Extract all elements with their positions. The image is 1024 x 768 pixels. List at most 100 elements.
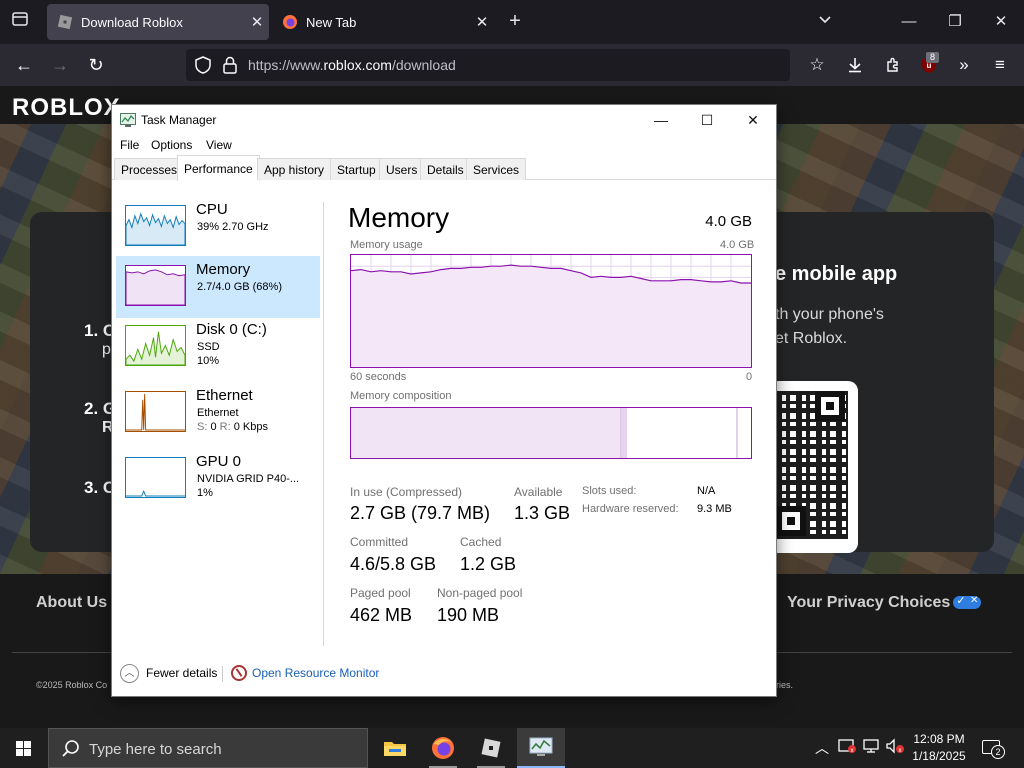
new-tab-plus-icon[interactable]: + bbox=[503, 9, 527, 33]
task-manager-taskbar-icon[interactable] bbox=[517, 728, 565, 768]
tab-processes[interactable]: Processes bbox=[114, 158, 185, 180]
task-manager-app-icon bbox=[120, 113, 136, 127]
chevron-up-icon[interactable]: ︿ bbox=[120, 664, 139, 683]
fewer-details-button[interactable]: Fewer details bbox=[146, 666, 217, 680]
file-explorer-taskbar-icon[interactable] bbox=[371, 728, 419, 768]
non-paged-pool-label: Non-paged pool bbox=[437, 586, 523, 600]
menu-options[interactable]: Options bbox=[151, 138, 192, 152]
tab-services[interactable]: Services bbox=[466, 158, 527, 180]
ethernet-mini-graph bbox=[125, 391, 186, 432]
gpu-mini-graph bbox=[125, 457, 186, 498]
sidebar-detail: S: 0 R: 0 Kbps bbox=[197, 421, 268, 433]
network-warning-icon[interactable]: x bbox=[836, 738, 858, 757]
privacy-choices-link[interactable]: Your Privacy Choices bbox=[787, 594, 982, 612]
tab-startup[interactable]: Startup bbox=[330, 158, 383, 180]
task-manager-footer: ︿ Fewer details Open Resource Monitor bbox=[112, 656, 776, 696]
taskbar-clock[interactable]: 12:08 PM 1/18/2025 bbox=[906, 731, 972, 765]
notification-center-icon[interactable]: 2 bbox=[982, 738, 1005, 759]
composition-modified bbox=[621, 408, 627, 458]
available-label: Available bbox=[514, 485, 563, 499]
footer-separator bbox=[222, 666, 223, 682]
committed-value: 4.6/5.8 GB bbox=[350, 554, 437, 574]
monitor-icon[interactable] bbox=[861, 738, 883, 757]
close-tab-icon[interactable]: ✕ bbox=[470, 13, 494, 31]
padlock-icon[interactable] bbox=[222, 55, 238, 75]
sidebar-detail: Ethernet bbox=[197, 407, 239, 419]
sidebar-detail: 1% bbox=[197, 487, 213, 499]
roblox-logo[interactable]: ROBLOX bbox=[12, 94, 121, 122]
svg-text:x: x bbox=[899, 748, 902, 754]
windows-start-icon[interactable] bbox=[0, 728, 48, 768]
tab-users[interactable]: Users bbox=[379, 158, 425, 180]
tab-details[interactable]: Details bbox=[420, 158, 471, 180]
svg-text:x: x bbox=[851, 748, 854, 754]
downloads-icon[interactable] bbox=[841, 51, 869, 79]
back-arrow-icon[interactable]: ← bbox=[10, 51, 38, 79]
forward-arrow-icon[interactable]: → bbox=[46, 51, 74, 79]
extension-badge: 8 bbox=[926, 52, 939, 63]
reload-icon[interactable]: ↻ bbox=[82, 51, 110, 79]
bookmark-star-icon[interactable]: ☆ bbox=[803, 51, 831, 79]
memory-composition-label: Memory composition bbox=[350, 390, 452, 402]
tab-app-history[interactable]: App history bbox=[257, 158, 332, 180]
menu-view[interactable]: View bbox=[206, 138, 232, 152]
tab-title: New Tab bbox=[306, 14, 357, 30]
volume-muted-icon[interactable]: x bbox=[884, 738, 906, 757]
tracking-protection-shield-icon[interactable] bbox=[194, 55, 212, 75]
sidebar-item-memory[interactable]: Memory 2.7/4.0 GB (68%) bbox=[116, 256, 320, 318]
sidebar-item-disk[interactable]: Disk 0 (C:) SSD 10% bbox=[116, 316, 320, 378]
slots-used-label: Slots used: bbox=[582, 485, 637, 497]
available-value: 1.3 GB bbox=[514, 503, 571, 523]
pane-divider[interactable] bbox=[323, 202, 324, 646]
restore-icon[interactable]: ❐ bbox=[941, 8, 969, 36]
maximize-icon[interactable]: ☐ bbox=[684, 105, 730, 135]
firefox-taskbar-icon[interactable] bbox=[419, 728, 467, 768]
clock-date: 1/18/2025 bbox=[912, 749, 966, 763]
memory-usage-label: Memory usage bbox=[350, 239, 423, 251]
address-bar[interactable]: https://www.roblox.com/download bbox=[186, 49, 790, 81]
copyright-text: ©2025 Roblox Co bbox=[36, 680, 108, 690]
menu-file[interactable]: File bbox=[120, 138, 139, 152]
sidebar-name: Memory bbox=[196, 261, 251, 278]
close-window-icon[interactable]: ✕ bbox=[987, 8, 1015, 36]
search-icon bbox=[61, 739, 81, 759]
task-manager-titlebar[interactable]: Task Manager — ☐ ✕ bbox=[112, 105, 776, 135]
cached-label: Cached bbox=[460, 535, 502, 549]
close-tab-icon[interactable]: ✕ bbox=[245, 13, 269, 31]
resource-monitor-icon[interactable] bbox=[231, 665, 247, 681]
sidebar-detail: 39% 2.70 GHz bbox=[197, 221, 269, 233]
hamburger-menu-icon[interactable]: ≡ bbox=[986, 51, 1014, 79]
more-tools-chevron-icon[interactable]: » bbox=[950, 51, 978, 79]
sidebar-detail: NVIDIA GRID P40-... bbox=[197, 473, 300, 485]
sidebar-item-gpu[interactable]: GPU 0 NVIDIA GRID P40-... 1% bbox=[116, 448, 320, 510]
slots-used-value: N/A bbox=[697, 485, 716, 497]
sidebar-detail: SSD bbox=[197, 341, 220, 353]
memory-usage-max: 4.0 GB bbox=[720, 239, 755, 251]
extensions-puzzle-icon[interactable] bbox=[879, 51, 907, 79]
cpu-mini-graph bbox=[125, 205, 186, 246]
sidebar-name: CPU bbox=[196, 201, 228, 218]
tab-performance[interactable]: Performance bbox=[177, 155, 260, 181]
minimize-icon[interactable]: — bbox=[895, 8, 923, 36]
notification-count: 2 bbox=[991, 745, 1005, 759]
browser-tab-bar: Download Roblox ✕ New Tab ✕ + — ❐ ✕ bbox=[0, 0, 1024, 44]
sidebar-item-ethernet[interactable]: Ethernet Ethernet S: 0 R: 0 Kbps bbox=[116, 382, 320, 444]
list-all-tabs-icon[interactable] bbox=[8, 10, 32, 34]
list-tabs-chevron-icon[interactable] bbox=[811, 8, 839, 36]
about-us-link[interactable]: About Us bbox=[36, 594, 107, 612]
show-hidden-icons-chevron-icon[interactable]: ︿ bbox=[811, 738, 833, 758]
close-icon[interactable]: ✕ bbox=[730, 105, 776, 135]
non-paged-pool-value: 190 MB bbox=[437, 605, 500, 625]
open-resource-monitor-link[interactable]: Open Resource Monitor bbox=[252, 666, 379, 680]
memory-total: 4.0 GB bbox=[705, 213, 752, 230]
tab-download-roblox[interactable]: Download Roblox ✕ bbox=[47, 4, 269, 40]
sidebar-item-cpu[interactable]: CPU 39% 2.70 GHz bbox=[116, 196, 320, 258]
graph-time-left: 60 seconds bbox=[350, 371, 407, 383]
sidebar-name: Disk 0 (C:) bbox=[196, 321, 267, 338]
minimize-icon[interactable]: — bbox=[638, 105, 684, 135]
roblox-taskbar-icon[interactable] bbox=[467, 728, 515, 768]
hardware-reserved-value: 9.3 MB bbox=[697, 503, 732, 515]
tab-new-tab[interactable]: New Tab ✕ bbox=[272, 4, 494, 40]
taskbar-search-box[interactable]: Type here to search bbox=[48, 728, 368, 768]
committed-label: Committed bbox=[350, 535, 409, 549]
